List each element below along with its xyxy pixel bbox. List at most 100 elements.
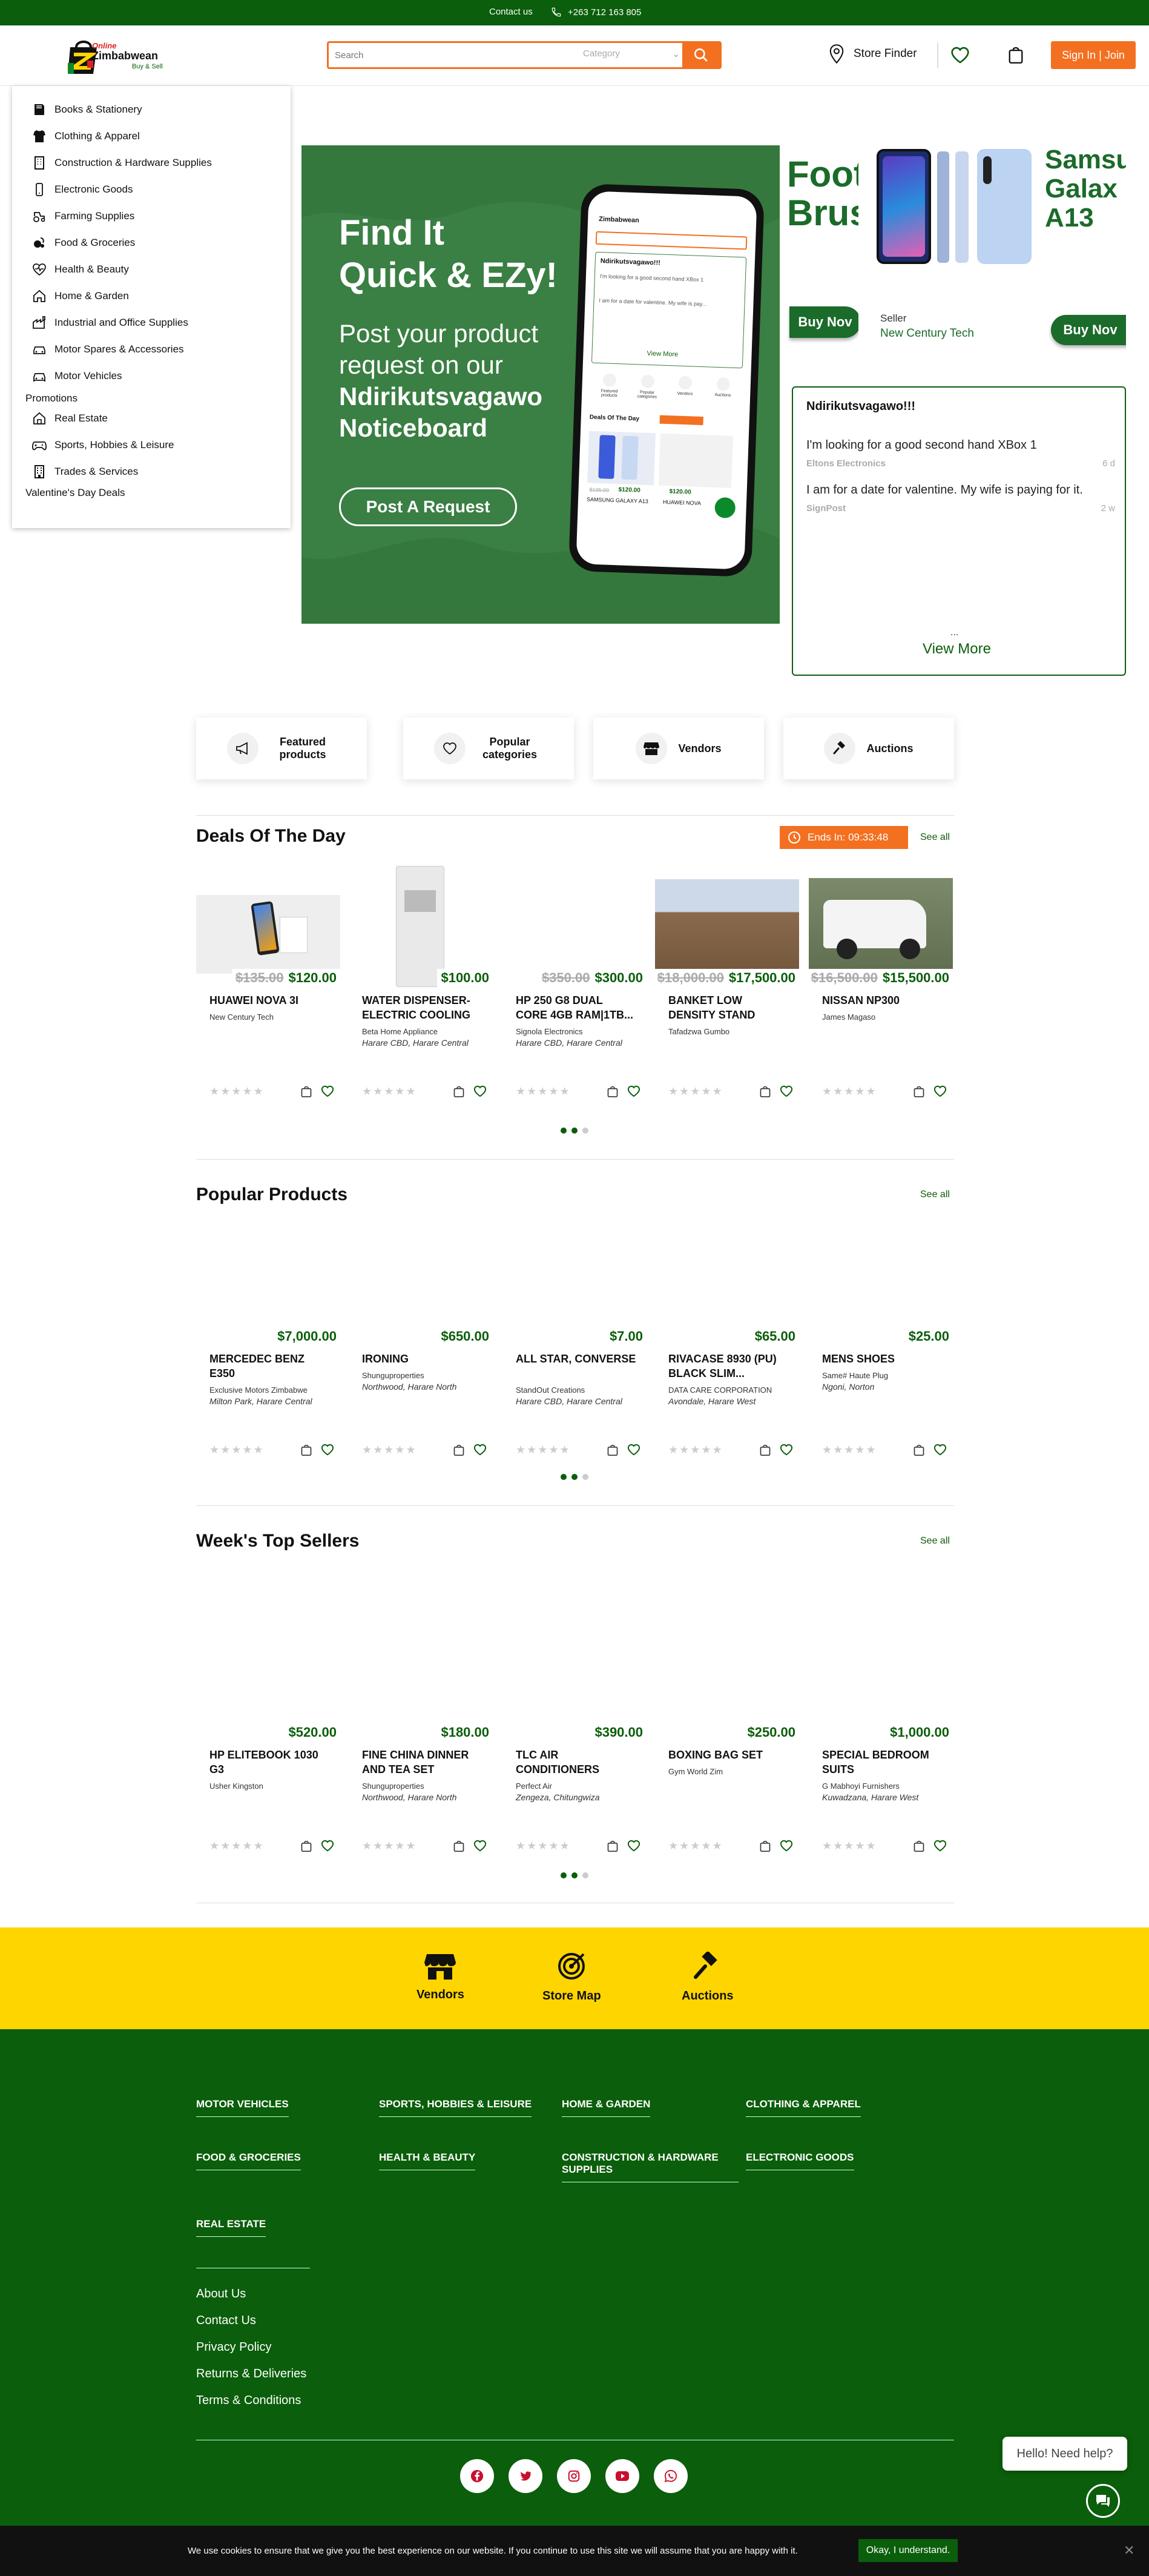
product-card[interactable]: $7.00 ALL STAR, CONVERSE StandOut Creati… xyxy=(502,1224,647,1467)
phone-link[interactable]: +263 712 163 805 xyxy=(551,7,641,18)
product-name[interactable]: BANKET LOW DENSITY STAND xyxy=(668,993,789,1022)
footer-link[interactable]: Terms & Conditions xyxy=(196,2394,301,2408)
product-card[interactable]: $16,500.00 $15,500.00 NISSAN NP300 James… xyxy=(807,866,953,1108)
signin-button[interactable]: Sign In | Join xyxy=(1051,41,1136,69)
wishlist-heart-icon[interactable] xyxy=(627,1840,640,1852)
sidebar-valentine[interactable]: Valentine's Day Deals xyxy=(25,487,125,499)
promo-buy-button[interactable]: Buy Nov xyxy=(1051,315,1126,345)
deals-see-all-link[interactable]: See all xyxy=(920,832,950,843)
footer-category-link[interactable]: MOTOR VEHICLES xyxy=(196,2098,289,2117)
product-card[interactable]: $390.00 TLC AIR CONDITIONERS Perfect Air… xyxy=(502,1620,647,1863)
wishlist-heart-icon[interactable] xyxy=(473,1085,487,1097)
footer-category-link[interactable]: FOOD & GROCERIES xyxy=(196,2152,301,2170)
product-card[interactable]: $65.00 RIVACASE 8930 (PU) BLACK SLIM... … xyxy=(655,1224,799,1467)
twitter-icon[interactable] xyxy=(509,2459,542,2493)
product-name[interactable]: NISSAN NP300 xyxy=(822,993,943,1008)
footer-category-link[interactable]: HEALTH & BEAUTY xyxy=(379,2152,476,2170)
add-to-cart-icon[interactable] xyxy=(453,1839,465,1852)
product-card[interactable]: $250.00 BOXING BAG SET Gym World Zim ★★★… xyxy=(655,1620,799,1863)
footer-category-link[interactable]: SPORTS, HOBBIES & LEISURE xyxy=(379,2098,532,2117)
product-vendor[interactable]: Same# Haute Plug xyxy=(822,1371,888,1380)
product-vendor[interactable]: New Century Tech xyxy=(209,1012,274,1022)
band-store-map-link[interactable]: Store Map xyxy=(542,1952,601,2003)
product-card[interactable]: $135.00 $120.00 HUAWEI NOVA 3I New Centu… xyxy=(196,866,340,1108)
add-to-cart-icon[interactable] xyxy=(453,1085,465,1098)
sidebar-item[interactable]: Books & Stationery xyxy=(31,102,142,117)
site-logo[interactable]: Online Zimbabwean Buy & Sell xyxy=(65,36,168,75)
wishlist-heart-icon[interactable] xyxy=(780,1444,793,1456)
product-vendor[interactable]: StandOut Creations xyxy=(516,1385,585,1395)
help-bubble[interactable]: Hello! Need help? xyxy=(1002,2437,1127,2471)
product-name[interactable]: HP ELITEBOOK 1030 G3 xyxy=(209,1748,331,1777)
footer-category-link[interactable]: ELECTRONIC GOODS xyxy=(746,2152,854,2170)
footer-category-link[interactable]: CLOTHING & APPAREL xyxy=(746,2098,861,2117)
cookie-accept-button[interactable]: Okay, I understand. xyxy=(858,2539,958,2562)
wishlist-heart-icon[interactable] xyxy=(933,1840,947,1852)
sidebar-item[interactable]: Real Estate xyxy=(31,411,108,426)
top-sellers-see-all-link[interactable]: See all xyxy=(920,1536,950,1547)
wishlist-heart-icon[interactable] xyxy=(627,1085,640,1097)
facebook-icon[interactable] xyxy=(460,2459,494,2493)
product-card[interactable]: $1,000.00 SPECIAL BEDROOM SUITS G Mabhoy… xyxy=(809,1620,953,1863)
product-name[interactable]: TLC AIR CONDITIONERS xyxy=(516,1748,637,1777)
sidebar-promotions[interactable]: Promotions xyxy=(25,392,77,405)
product-name[interactable]: WATER DISPENSER- ELECTRIC COOLING xyxy=(362,993,483,1022)
wishlist-heart-icon[interactable] xyxy=(780,1840,793,1852)
product-name[interactable]: MERCEDEC BENZ E350 xyxy=(209,1352,331,1381)
add-to-cart-icon[interactable] xyxy=(607,1443,619,1456)
product-card[interactable]: $520.00 HP ELITEBOOK 1030 G3 Usher Kings… xyxy=(196,1620,340,1863)
instagram-icon[interactable] xyxy=(557,2459,591,2493)
search-button[interactable] xyxy=(682,43,720,67)
popular-see-all-link[interactable]: See all xyxy=(920,1189,950,1200)
add-to-cart-icon[interactable] xyxy=(607,1085,619,1098)
product-name[interactable]: HP 250 G8 DUAL CORE 4GB RAM|1TB... xyxy=(516,993,637,1022)
wishlist-heart-icon[interactable] xyxy=(780,1085,793,1097)
wishlist-heart-icon[interactable] xyxy=(321,1085,334,1097)
product-vendor[interactable]: DATA CARE CORPORATION xyxy=(668,1385,772,1395)
product-vendor[interactable]: Gym World Zim xyxy=(668,1767,723,1776)
wishlist-heart-icon[interactable] xyxy=(933,1444,947,1456)
add-to-cart-icon[interactable] xyxy=(913,1443,925,1456)
quick-link[interactable]: Vendors xyxy=(593,718,764,779)
close-icon[interactable]: ✕ xyxy=(1124,2543,1134,2558)
product-name[interactable]: MENS SHOES xyxy=(822,1352,943,1366)
sidebar-item[interactable]: Food & Groceries xyxy=(31,235,135,251)
product-vendor[interactable]: Beta Home Appliance xyxy=(362,1027,438,1036)
product-name[interactable]: BOXING BAG SET xyxy=(668,1748,789,1762)
sidebar-item[interactable]: Industrial and Office Supplies xyxy=(31,315,188,331)
product-vendor[interactable]: Tafadzwa Gumbo xyxy=(668,1027,729,1036)
wishlist-heart-icon[interactable] xyxy=(321,1444,334,1456)
youtube-icon[interactable] xyxy=(605,2459,639,2493)
product-vendor[interactable]: G Mabhoyi Furnishers xyxy=(822,1782,900,1791)
add-to-cart-icon[interactable] xyxy=(300,1839,312,1852)
sidebar-item[interactable]: Electronic Goods xyxy=(31,182,133,197)
post-request-button[interactable]: Post A Request xyxy=(339,487,517,526)
product-vendor[interactable]: Usher Kingston xyxy=(209,1782,263,1791)
sidebar-item[interactable]: Farming Supplies xyxy=(31,208,134,224)
product-card[interactable]: $25.00 MENS SHOES Same# Haute Plug Ngoni… xyxy=(809,1224,953,1467)
product-name[interactable]: ALL STAR, CONVERSE xyxy=(516,1352,637,1366)
sidebar-item[interactable]: Home & Garden xyxy=(31,288,129,304)
wishlist-heart-icon[interactable] xyxy=(473,1840,487,1852)
add-to-cart-icon[interactable] xyxy=(607,1839,619,1852)
footer-category-link[interactable]: HOME & GARDEN xyxy=(562,2098,651,2117)
wishlist-heart-icon[interactable] xyxy=(473,1444,487,1456)
product-card[interactable]: $650.00 IRONING Shunguproperties Northwo… xyxy=(349,1224,493,1467)
chat-button[interactable] xyxy=(1086,2484,1120,2518)
sidebar-item[interactable]: Construction & Hardware Supplies xyxy=(31,155,212,171)
footer-link[interactable]: Contact Us xyxy=(196,2314,256,2328)
quick-link[interactable]: Featured products xyxy=(196,718,367,779)
product-vendor[interactable]: Perfect Air xyxy=(516,1782,552,1791)
sidebar-item[interactable]: Trades & Services xyxy=(31,464,138,480)
sellers-carousel-dots[interactable] xyxy=(561,1872,588,1878)
product-vendor[interactable]: Exclusive Motors Zimbabwe xyxy=(209,1385,308,1395)
footer-link[interactable]: Returns & Deliveries xyxy=(196,2367,306,2381)
product-name[interactable]: HUAWEI NOVA 3I xyxy=(209,993,331,1008)
promo-left-buy-button[interactable]: Buy Nov xyxy=(789,306,861,338)
search-input[interactable] xyxy=(335,48,565,62)
sidebar-item[interactable]: Sports, Hobbies & Leisure xyxy=(31,437,174,453)
add-to-cart-icon[interactable] xyxy=(759,1443,771,1456)
notice-post-1[interactable]: I'm looking for a good second hand XBox … xyxy=(806,438,1115,469)
product-vendor[interactable]: James Magaso xyxy=(822,1012,875,1022)
add-to-cart-icon[interactable] xyxy=(759,1839,771,1852)
